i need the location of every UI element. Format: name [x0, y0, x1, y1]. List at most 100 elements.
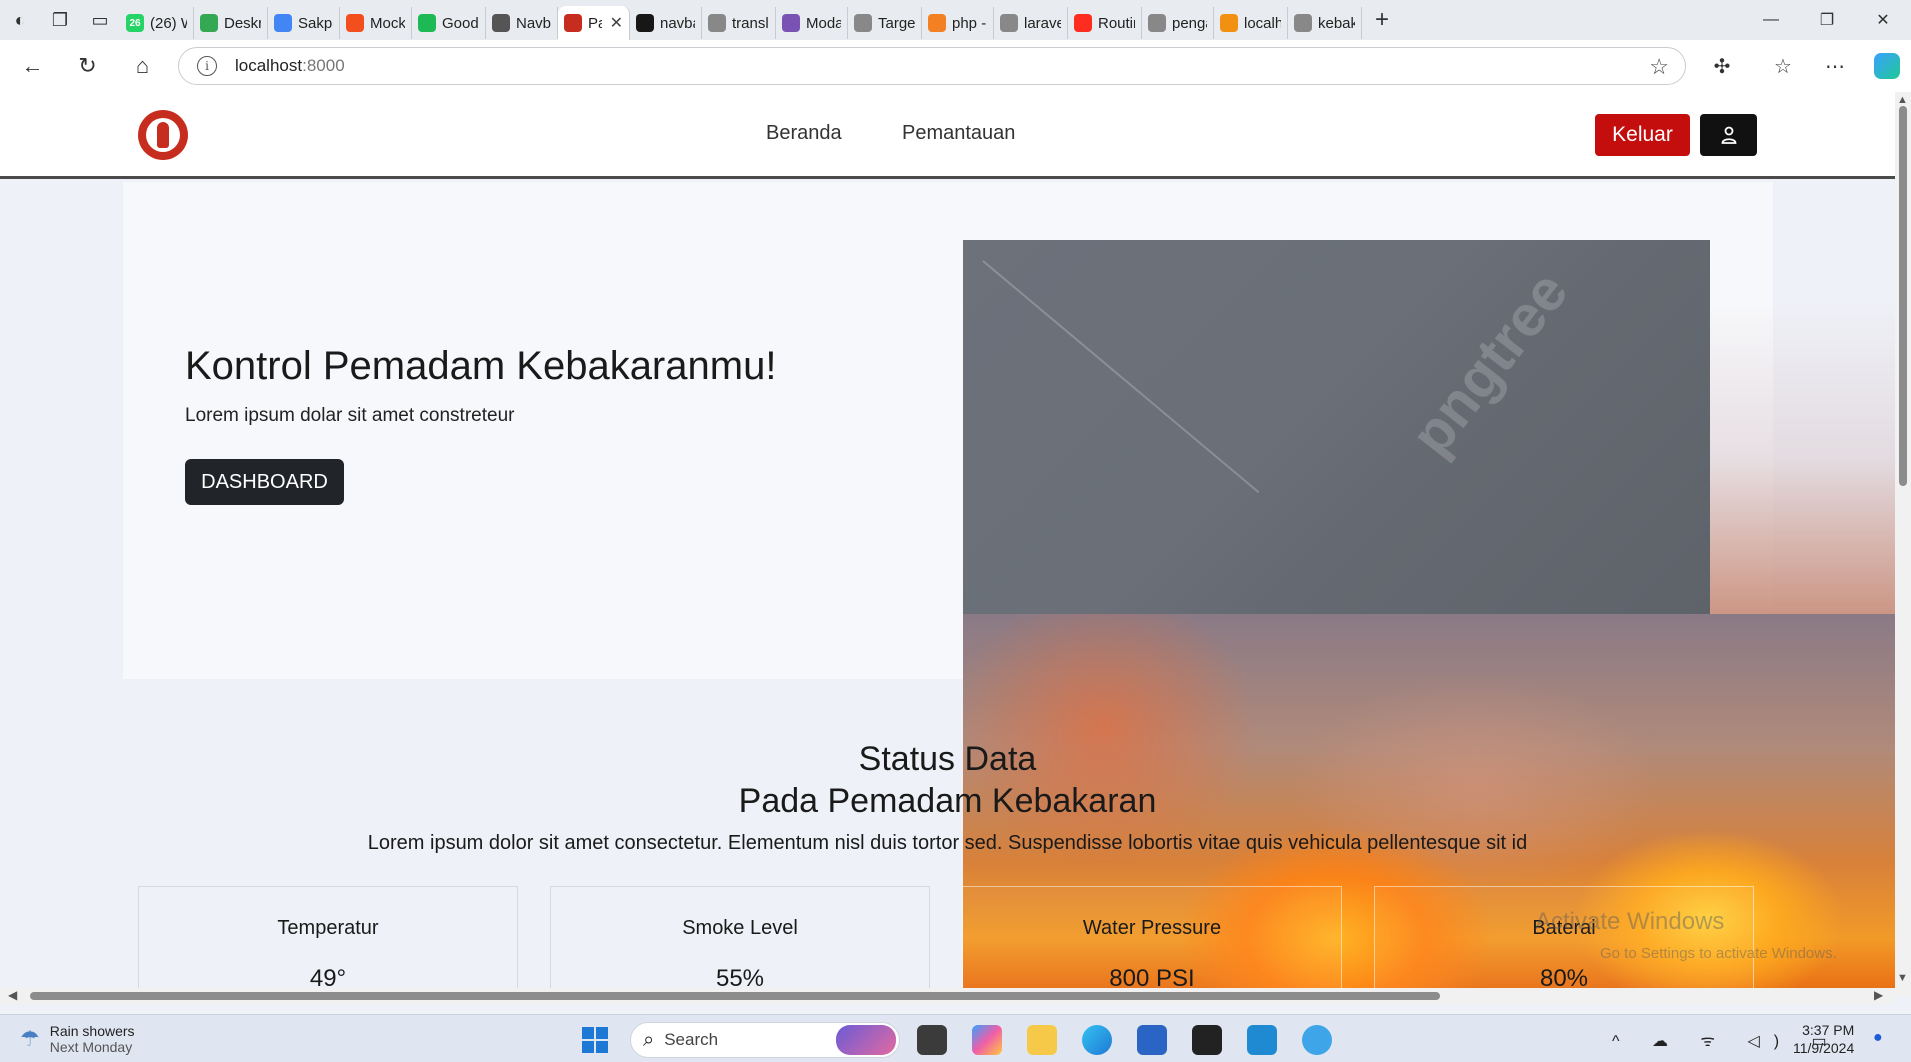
vertical-scrollbar[interactable]: ▲ ▼ — [1895, 92, 1911, 996]
new-tab-button[interactable]: + — [1362, 0, 1402, 40]
browser-tab[interactable]: Mocku — [340, 7, 412, 39]
browser-tab[interactable]: php - — [922, 7, 994, 39]
terminal-icon[interactable] — [1192, 1025, 1222, 1055]
pngtree-watermark: pngtree — [1398, 259, 1581, 468]
favorite-star-icon[interactable]: ☆ — [1649, 54, 1669, 80]
status-card-temperature: Temperatur 49° — [138, 886, 518, 996]
site-navbar: Beranda Pemantauan Keluar — [0, 92, 1895, 179]
tab-label: Modal — [806, 14, 841, 32]
copilot-taskbar-icon[interactable] — [972, 1025, 1002, 1055]
task-view-icon[interactable] — [917, 1025, 947, 1055]
github-icon — [636, 14, 654, 32]
browser-tab[interactable]: laravel — [994, 7, 1068, 39]
browser-tab[interactable]: Modal — [776, 7, 848, 39]
rain-umbrella-icon: ☂ — [20, 1026, 40, 1051]
browser-tab[interactable]: penga — [1142, 7, 1214, 39]
status-card-battery: Baterai 80% — [1374, 886, 1754, 996]
bootstrap-icon — [782, 14, 800, 32]
nav-link-beranda[interactable]: Beranda — [766, 122, 842, 145]
horizontal-scrollbar[interactable]: ◀ ▶ — [0, 988, 1895, 1004]
activate-windows-watermark: Activate Windows — [1535, 908, 1725, 935]
vscode-icon[interactable] — [1247, 1025, 1277, 1055]
user-icon — [1721, 126, 1736, 144]
browser-tab-strip: ◐ ❐ ▭ 26 (26) W Deskri Sakpo Mocku Good I Navb… — [0, 0, 1911, 40]
docs-icon — [274, 14, 292, 32]
browser-tab[interactable]: kebaka — [1288, 7, 1362, 39]
profile-icon[interactable]: ◐ — [0, 0, 40, 40]
nav-link-pemantauan[interactable]: Pemantauan — [902, 122, 1015, 145]
browser-tab[interactable]: Good I — [412, 7, 486, 39]
tab-label: Target — [878, 14, 915, 32]
back-button[interactable]: ← — [5, 40, 60, 92]
close-window-button[interactable]: ✕ — [1855, 0, 1911, 40]
workspaces-icon[interactable]: ❐ — [40, 0, 80, 40]
taskbar-clock[interactable]: 3:37 PM 11/9/2024 — [1793, 1021, 1854, 1057]
browser-tab[interactable]: 26 (26) W — [120, 7, 194, 39]
logout-button[interactable]: Keluar — [1595, 114, 1690, 156]
activate-windows-hint: Go to Settings to activate Windows. — [1600, 945, 1837, 962]
scroll-up-arrow-icon[interactable]: ▲ — [1897, 94, 1908, 106]
user-profile-button[interactable] — [1700, 114, 1757, 156]
close-tab-icon[interactable]: ✕ — [610, 13, 623, 33]
spotify-icon — [418, 14, 436, 32]
clock-date: 11/9/2024 — [1793, 1040, 1855, 1056]
notification-bell-icon[interactable]: ● — [1873, 1029, 1883, 1047]
dashboard-button[interactable]: DASHBOARD — [185, 459, 344, 505]
url-field[interactable]: i localhost:8000 ☆ — [178, 47, 1686, 85]
extensions-icon[interactable]: ✣ — [1697, 40, 1747, 92]
weather-title: Rain showers — [49, 1023, 135, 1039]
search-icon — [708, 14, 726, 32]
fire-extinguisher-logo[interactable] — [138, 110, 188, 160]
search-highlight-icon[interactable] — [836, 1025, 896, 1055]
vertical-scroll-thumb[interactable] — [1899, 106, 1907, 486]
taskbar-search-label: Search — [664, 1030, 719, 1049]
start-windows-icon[interactable] — [582, 1027, 608, 1053]
openai-icon — [492, 14, 510, 32]
browser-tab[interactable]: Navba — [486, 7, 558, 39]
search-icon — [1294, 14, 1312, 32]
scroll-down-arrow-icon[interactable]: ▼ — [1897, 972, 1908, 984]
image-streak — [982, 260, 1260, 494]
edge-browser-icon[interactable] — [1082, 1025, 1112, 1055]
minimize-button[interactable]: — — [1743, 0, 1799, 40]
browser-tab[interactable]: navba — [630, 7, 702, 39]
card-label: Temperatur — [277, 917, 379, 939]
scroll-right-arrow-icon[interactable]: ▶ — [1874, 988, 1883, 1002]
more-menu-icon[interactable]: ⋯ — [1810, 40, 1860, 92]
browser-tab[interactable]: transla — [702, 7, 776, 39]
reload-button[interactable]: ↻ — [60, 40, 115, 92]
file-explorer-icon[interactable] — [1027, 1025, 1057, 1055]
weather-widget[interactable]: ☂ Rain showers Next Monday — [20, 1023, 135, 1055]
site-info-icon[interactable]: i — [197, 56, 217, 76]
tab-label: localho — [1244, 14, 1281, 32]
copilot-icon[interactable] — [1862, 40, 1911, 92]
ms-store-icon[interactable] — [1137, 1025, 1167, 1055]
fire-smoke-edge — [1710, 302, 1895, 614]
browser-tab[interactable]: Sakpo — [268, 7, 340, 39]
url-port: :8000 — [302, 56, 345, 75]
browser-tab[interactable]: Target — [848, 7, 922, 39]
tab-actions-icon[interactable]: ▭ — [80, 0, 120, 40]
figma-icon — [346, 14, 364, 32]
tab-label: laravel — [1024, 14, 1061, 32]
hero-image: pngtree — [963, 240, 1710, 614]
tab-label: Deskri — [224, 14, 261, 32]
browser-tab[interactable]: Deskri — [194, 7, 268, 39]
sheets-icon — [200, 14, 218, 32]
search-icon — [1148, 14, 1166, 32]
tab-label: navba — [660, 14, 695, 32]
browser-tab[interactable]: localho — [1214, 7, 1288, 39]
page-viewport: Beranda Pemantauan Keluar Kontrol Pemada… — [0, 92, 1895, 996]
app-blue-icon[interactable] — [1302, 1025, 1332, 1055]
window-controls: — ❐ ✕ — [1743, 0, 1911, 40]
tab-label: Good I — [442, 14, 479, 32]
home-button[interactable]: ⌂ — [115, 40, 170, 92]
tab-label: transla — [732, 14, 769, 32]
tab-label: (26) W — [150, 14, 187, 32]
scroll-left-arrow-icon[interactable]: ◀ — [8, 988, 17, 1002]
favorites-icon[interactable]: ☆ — [1758, 40, 1808, 92]
maximize-button[interactable]: ❐ — [1799, 0, 1855, 40]
browser-tab[interactable]: Routin — [1068, 7, 1142, 39]
browser-tab[interactable]: Pa ✕ — [558, 6, 630, 40]
horizontal-scroll-thumb[interactable] — [30, 992, 1440, 1000]
